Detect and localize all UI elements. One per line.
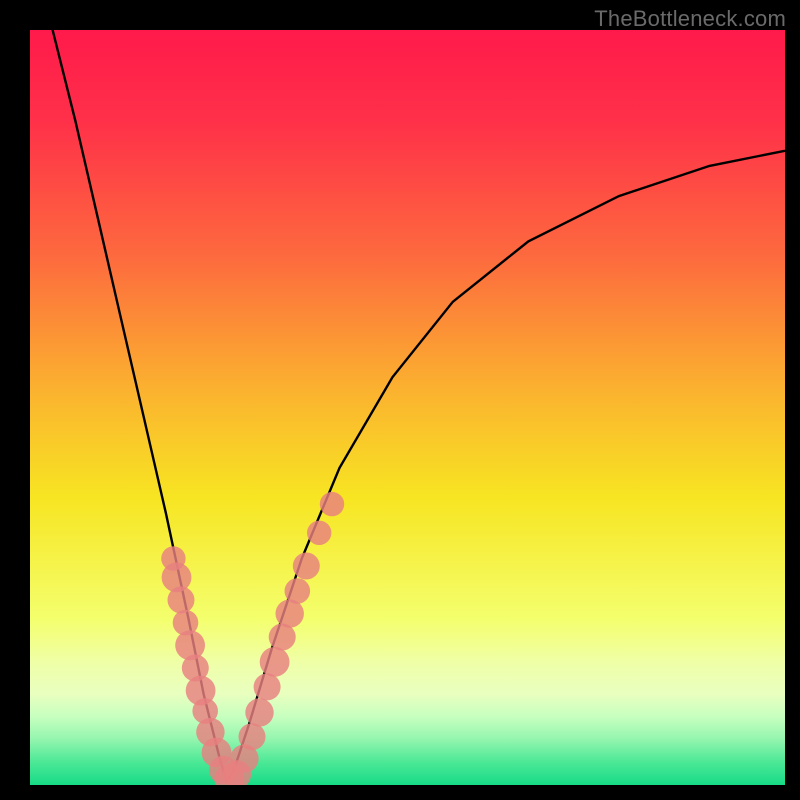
data-marker [260, 647, 290, 677]
data-marker [245, 698, 273, 726]
curve-layer [30, 30, 785, 785]
chart-frame: TheBottleneck.com [0, 0, 800, 800]
data-marker [293, 553, 320, 580]
bottleneck-curve [53, 30, 785, 781]
data-marker [239, 723, 266, 750]
data-marker [276, 599, 304, 627]
data-marker [307, 521, 331, 545]
data-marker [254, 673, 281, 700]
data-markers [161, 492, 344, 785]
plot-area [30, 30, 785, 785]
data-marker [320, 492, 344, 516]
watermark-text: TheBottleneck.com [594, 6, 786, 32]
data-marker [168, 587, 195, 614]
data-marker [285, 578, 311, 604]
